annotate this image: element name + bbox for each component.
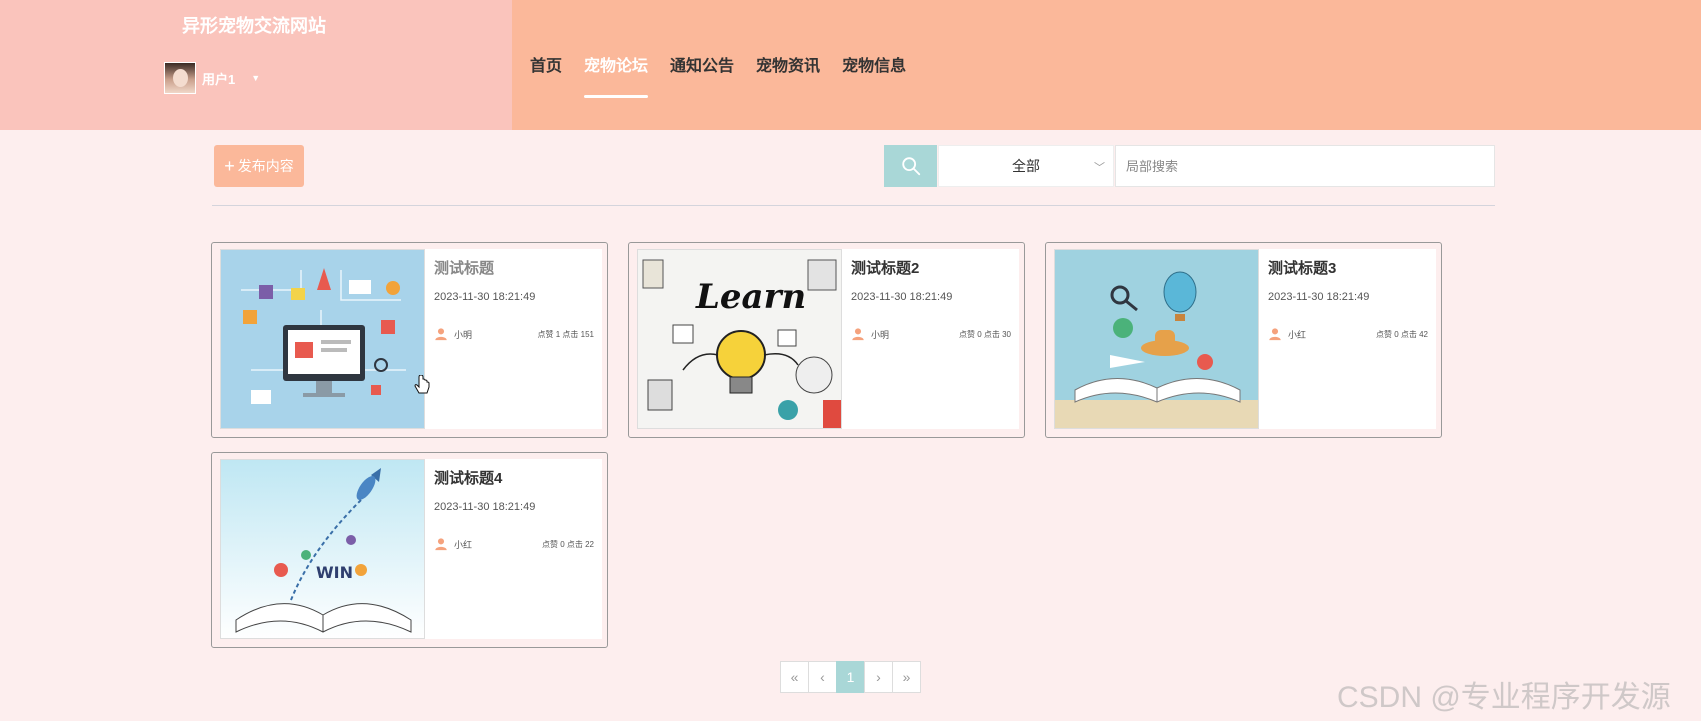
nav-item-home[interactable]: 首页 — [530, 52, 562, 76]
post-thumbnail[interactable]: WIN — [220, 459, 425, 639]
publish-button-label: 发布内容 — [237, 158, 294, 174]
post-stats: 点赞 0 点击 30 — [958, 330, 1011, 339]
category-select-value: 全部 — [1012, 158, 1040, 174]
publish-content-button[interactable]: + 发布内容 — [214, 145, 304, 187]
plus-icon: + — [224, 155, 235, 176]
person-icon — [435, 328, 447, 341]
top-header: 异形宠物交流网站 用户1 ▼ 首页 宠物论坛 通知公告 宠物资讯 宠物信息 — [0, 0, 1701, 130]
nav-item-pet-news[interactable]: 宠物资讯 — [756, 52, 820, 76]
nav-item-pet-info[interactable]: 宠物信息 — [842, 52, 906, 76]
post-author-name: 小明 — [454, 329, 473, 340]
chevron-down-icon: ﹀ — [1094, 162, 1105, 174]
post-title[interactable]: 测试标题 — [434, 257, 494, 278]
toolbar-divider — [212, 205, 1495, 206]
post-time: 2023-11-30 18:21:49 — [434, 291, 536, 303]
post-time: 2023-11-30 18:21:49 — [1268, 291, 1370, 303]
page-1-button[interactable]: 1 — [836, 661, 865, 693]
post-author-name: 小明 — [871, 329, 890, 340]
user-name[interactable]: 用户1 — [202, 69, 235, 88]
nav-item-pet-forum[interactable]: 宠物论坛 — [584, 52, 649, 98]
post-card[interactable]: WIN 测试标题4 2023-11-30 18:21:49 小红 点赞 0 点击… — [211, 452, 608, 648]
post-thumbnail[interactable]: Learn — [637, 249, 842, 429]
post-time: 2023-11-30 18:21:49 — [434, 501, 536, 513]
next-page-button[interactable]: › — [864, 661, 893, 693]
post-card-body: Learn 测试标题2 2023-11-30 18:21:49 小明 点赞 0 … — [637, 249, 1019, 429]
post-author: 小明 — [434, 327, 472, 341]
post-author: 小红 — [434, 537, 472, 551]
hand-cursor-icon — [414, 375, 430, 394]
person-icon — [1269, 328, 1281, 341]
post-author-name: 小红 — [1288, 329, 1307, 340]
post-card-body: 测试标题3 2023-11-30 18:21:49 小红 点赞 0 点击 42 — [1054, 249, 1436, 429]
post-stats: 点赞 0 点击 22 — [541, 540, 594, 549]
prev-page-button[interactable]: ‹ — [808, 661, 837, 693]
search-button[interactable] — [884, 145, 937, 187]
header-brand-area: 异形宠物交流网站 用户1 ▼ — [0, 0, 512, 130]
user-menu[interactable]: 用户1 ▼ — [164, 62, 260, 94]
post-stats: 点赞 1 点击 151 — [537, 330, 594, 339]
post-title[interactable]: 测试标题4 — [434, 467, 502, 488]
first-page-button[interactable]: « — [780, 661, 809, 693]
pagination: « ‹ 1 › » — [780, 661, 921, 693]
nav-item-announcements[interactable]: 通知公告 — [670, 52, 734, 76]
post-card-body: 测试标题 2023-11-30 18:21:49 小明 点赞 1 点击 151 — [220, 249, 602, 429]
person-icon — [852, 328, 864, 341]
post-stats: 点赞 0 点击 42 — [1375, 330, 1428, 339]
person-icon — [435, 538, 447, 551]
svg-text:Learn: Learn — [695, 277, 806, 317]
post-time: 2023-11-30 18:21:49 — [851, 291, 953, 303]
post-author-name: 小红 — [454, 539, 473, 550]
caret-down-icon[interactable]: ▼ — [251, 73, 260, 83]
post-author: 小明 — [851, 327, 889, 341]
post-card[interactable]: 测试标题3 2023-11-30 18:21:49 小红 点赞 0 点击 42 — [1045, 242, 1442, 438]
post-title[interactable]: 测试标题2 — [851, 257, 919, 278]
post-card[interactable]: 测试标题 2023-11-30 18:21:49 小明 点赞 1 点击 151 — [211, 242, 608, 438]
post-card[interactable]: Learn 测试标题2 2023-11-30 18:21:49 小明 点赞 0 … — [628, 242, 1025, 438]
avatar[interactable] — [164, 62, 196, 94]
post-card-body: WIN 测试标题4 2023-11-30 18:21:49 小红 点赞 0 点击… — [220, 459, 602, 639]
main-nav: 首页 宠物论坛 通知公告 宠物资讯 宠物信息 — [530, 52, 928, 98]
post-author: 小红 — [1268, 327, 1306, 341]
post-thumbnail[interactable] — [220, 249, 425, 429]
post-title[interactable]: 测试标题3 — [1268, 257, 1336, 278]
post-thumbnail[interactable] — [1054, 249, 1259, 429]
category-select[interactable]: 全部 ﹀ — [938, 145, 1114, 187]
last-page-button[interactable]: » — [892, 661, 921, 693]
site-title: 异形宠物交流网站 — [182, 16, 326, 36]
search-input[interactable] — [1115, 145, 1495, 187]
search-icon — [901, 157, 920, 176]
watermark: CSDN @专业程序开发源 — [1337, 681, 1671, 714]
svg-text:WIN: WIN — [316, 563, 353, 582]
